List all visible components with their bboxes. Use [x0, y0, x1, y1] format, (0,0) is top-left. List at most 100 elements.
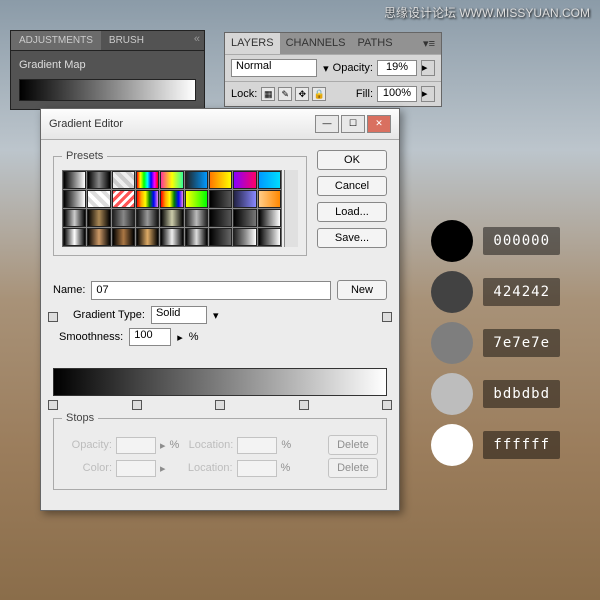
opacity-flyout-icon[interactable]: ▸: [421, 60, 435, 76]
swatch-row: 424242: [431, 271, 560, 313]
preset-swatch[interactable]: [258, 228, 281, 246]
stop-location-label: Location:: [183, 462, 233, 474]
close-icon[interactable]: «: [194, 33, 200, 45]
smoothness-input[interactable]: 100: [129, 328, 171, 346]
new-button[interactable]: New: [337, 280, 387, 300]
smoothness-label: Smoothness:: [59, 331, 123, 343]
preset-scrollbar[interactable]: [284, 170, 298, 247]
stop-color-input[interactable]: [116, 460, 156, 477]
preset-swatch[interactable]: [209, 190, 232, 208]
blend-mode-select[interactable]: Normal: [231, 59, 317, 77]
stop-opacity-input[interactable]: [116, 437, 156, 454]
preset-swatch[interactable]: [233, 171, 256, 189]
preset-swatch[interactable]: [63, 228, 86, 246]
tab-brush[interactable]: BRUSH: [101, 31, 152, 50]
stop-opacity-label: Opacity:: [62, 439, 112, 451]
preset-swatch[interactable]: [87, 228, 110, 246]
preset-swatch[interactable]: [112, 209, 135, 227]
save-button[interactable]: Save...: [317, 228, 387, 248]
swatch-row: 7e7e7e: [431, 322, 560, 364]
opacity-stop[interactable]: [48, 312, 58, 322]
stops-fieldset: Stops Opacity: ▸ % Location: % Delete Co…: [53, 412, 387, 490]
preset-swatch[interactable]: [258, 209, 281, 227]
color-stop[interactable]: [215, 400, 225, 410]
gradient-preview[interactable]: [19, 79, 196, 101]
preset-swatch[interactable]: [63, 209, 86, 227]
preset-swatch[interactable]: [136, 171, 159, 189]
color-stop[interactable]: [48, 400, 58, 410]
preset-swatch[interactable]: [185, 190, 208, 208]
minimize-icon[interactable]: —: [315, 115, 339, 133]
color-circle: [431, 424, 473, 466]
preset-swatch[interactable]: [160, 228, 183, 246]
preset-swatch[interactable]: [87, 171, 110, 189]
color-stop[interactable]: [382, 400, 392, 410]
gradient-type-label: Gradient Type:: [73, 309, 145, 321]
preset-swatch[interactable]: [160, 190, 183, 208]
lock-pixels-icon[interactable]: ✎: [278, 87, 292, 101]
lock-position-icon[interactable]: ✥: [295, 87, 309, 101]
delete-color-stop-button[interactable]: Delete: [328, 458, 378, 478]
preset-swatch[interactable]: [136, 228, 159, 246]
tab-channels[interactable]: CHANNELS: [280, 33, 352, 54]
hex-label: 424242: [483, 278, 560, 306]
preset-swatch[interactable]: [209, 228, 232, 246]
opacity-input[interactable]: 19%: [377, 60, 417, 76]
cancel-button[interactable]: Cancel: [317, 176, 387, 196]
preset-swatch[interactable]: [87, 209, 110, 227]
name-input[interactable]: [91, 281, 331, 300]
gradient-type-select[interactable]: Solid: [151, 306, 207, 324]
tab-paths[interactable]: PATHS: [352, 33, 399, 54]
close-icon[interactable]: ✕: [367, 115, 391, 133]
hex-label: bdbdbd: [483, 380, 560, 408]
preset-swatch[interactable]: [233, 190, 256, 208]
preset-swatch[interactable]: [87, 190, 110, 208]
lock-all-icon[interactable]: 🔒: [312, 87, 326, 101]
preset-swatch[interactable]: [233, 209, 256, 227]
fill-flyout-icon[interactable]: ▸: [421, 86, 435, 102]
swatch-row: bdbdbd: [431, 373, 560, 415]
gradient-bar[interactable]: [53, 368, 387, 396]
gradient-editor-dialog: Gradient Editor — ☐ ✕ Presets OK Cancel …: [40, 108, 400, 511]
preset-swatch[interactable]: [63, 171, 86, 189]
fill-input[interactable]: 100%: [377, 86, 417, 102]
stop-location-input[interactable]: [237, 437, 277, 454]
lock-transparency-icon[interactable]: ▦: [261, 87, 275, 101]
preset-swatch[interactable]: [209, 209, 232, 227]
preset-swatch[interactable]: [112, 228, 135, 246]
preset-swatch[interactable]: [160, 171, 183, 189]
preset-swatch[interactable]: [185, 209, 208, 227]
maximize-icon[interactable]: ☐: [341, 115, 365, 133]
delete-opacity-stop-button[interactable]: Delete: [328, 435, 378, 455]
presets-fieldset: Presets: [53, 150, 307, 256]
percent-label: %: [170, 439, 180, 451]
color-stop[interactable]: [132, 400, 142, 410]
hex-label: ffffff: [483, 431, 560, 459]
tab-adjustments[interactable]: ADJUSTMENTS: [11, 31, 101, 50]
color-circle: [431, 271, 473, 313]
preset-swatch[interactable]: [136, 209, 159, 227]
layers-panel: LAYERS CHANNELS PATHS ▾≡ Normal ▾ Opacit…: [224, 32, 442, 107]
load-button[interactable]: Load...: [317, 202, 387, 222]
adjustment-title: Gradient Map: [19, 59, 196, 71]
color-stop[interactable]: [299, 400, 309, 410]
preset-swatch[interactable]: [233, 228, 256, 246]
preset-swatch[interactable]: [112, 190, 135, 208]
stops-label: Stops: [62, 412, 98, 424]
tab-layers[interactable]: LAYERS: [225, 33, 280, 54]
preset-swatch[interactable]: [258, 171, 281, 189]
preset-swatch[interactable]: [258, 190, 281, 208]
stop-location-input[interactable]: [237, 460, 277, 477]
preset-swatch[interactable]: [112, 171, 135, 189]
preset-swatch[interactable]: [185, 171, 208, 189]
preset-swatch[interactable]: [136, 190, 159, 208]
preset-swatch[interactable]: [209, 171, 232, 189]
titlebar[interactable]: Gradient Editor — ☐ ✕: [41, 109, 399, 140]
ok-button[interactable]: OK: [317, 150, 387, 170]
opacity-stop[interactable]: [382, 312, 392, 322]
preset-swatch[interactable]: [185, 228, 208, 246]
preset-swatch[interactable]: [160, 209, 183, 227]
panel-menu-icon[interactable]: ▾≡: [417, 33, 441, 54]
presets-label: Presets: [62, 150, 107, 162]
preset-swatch[interactable]: [63, 190, 86, 208]
